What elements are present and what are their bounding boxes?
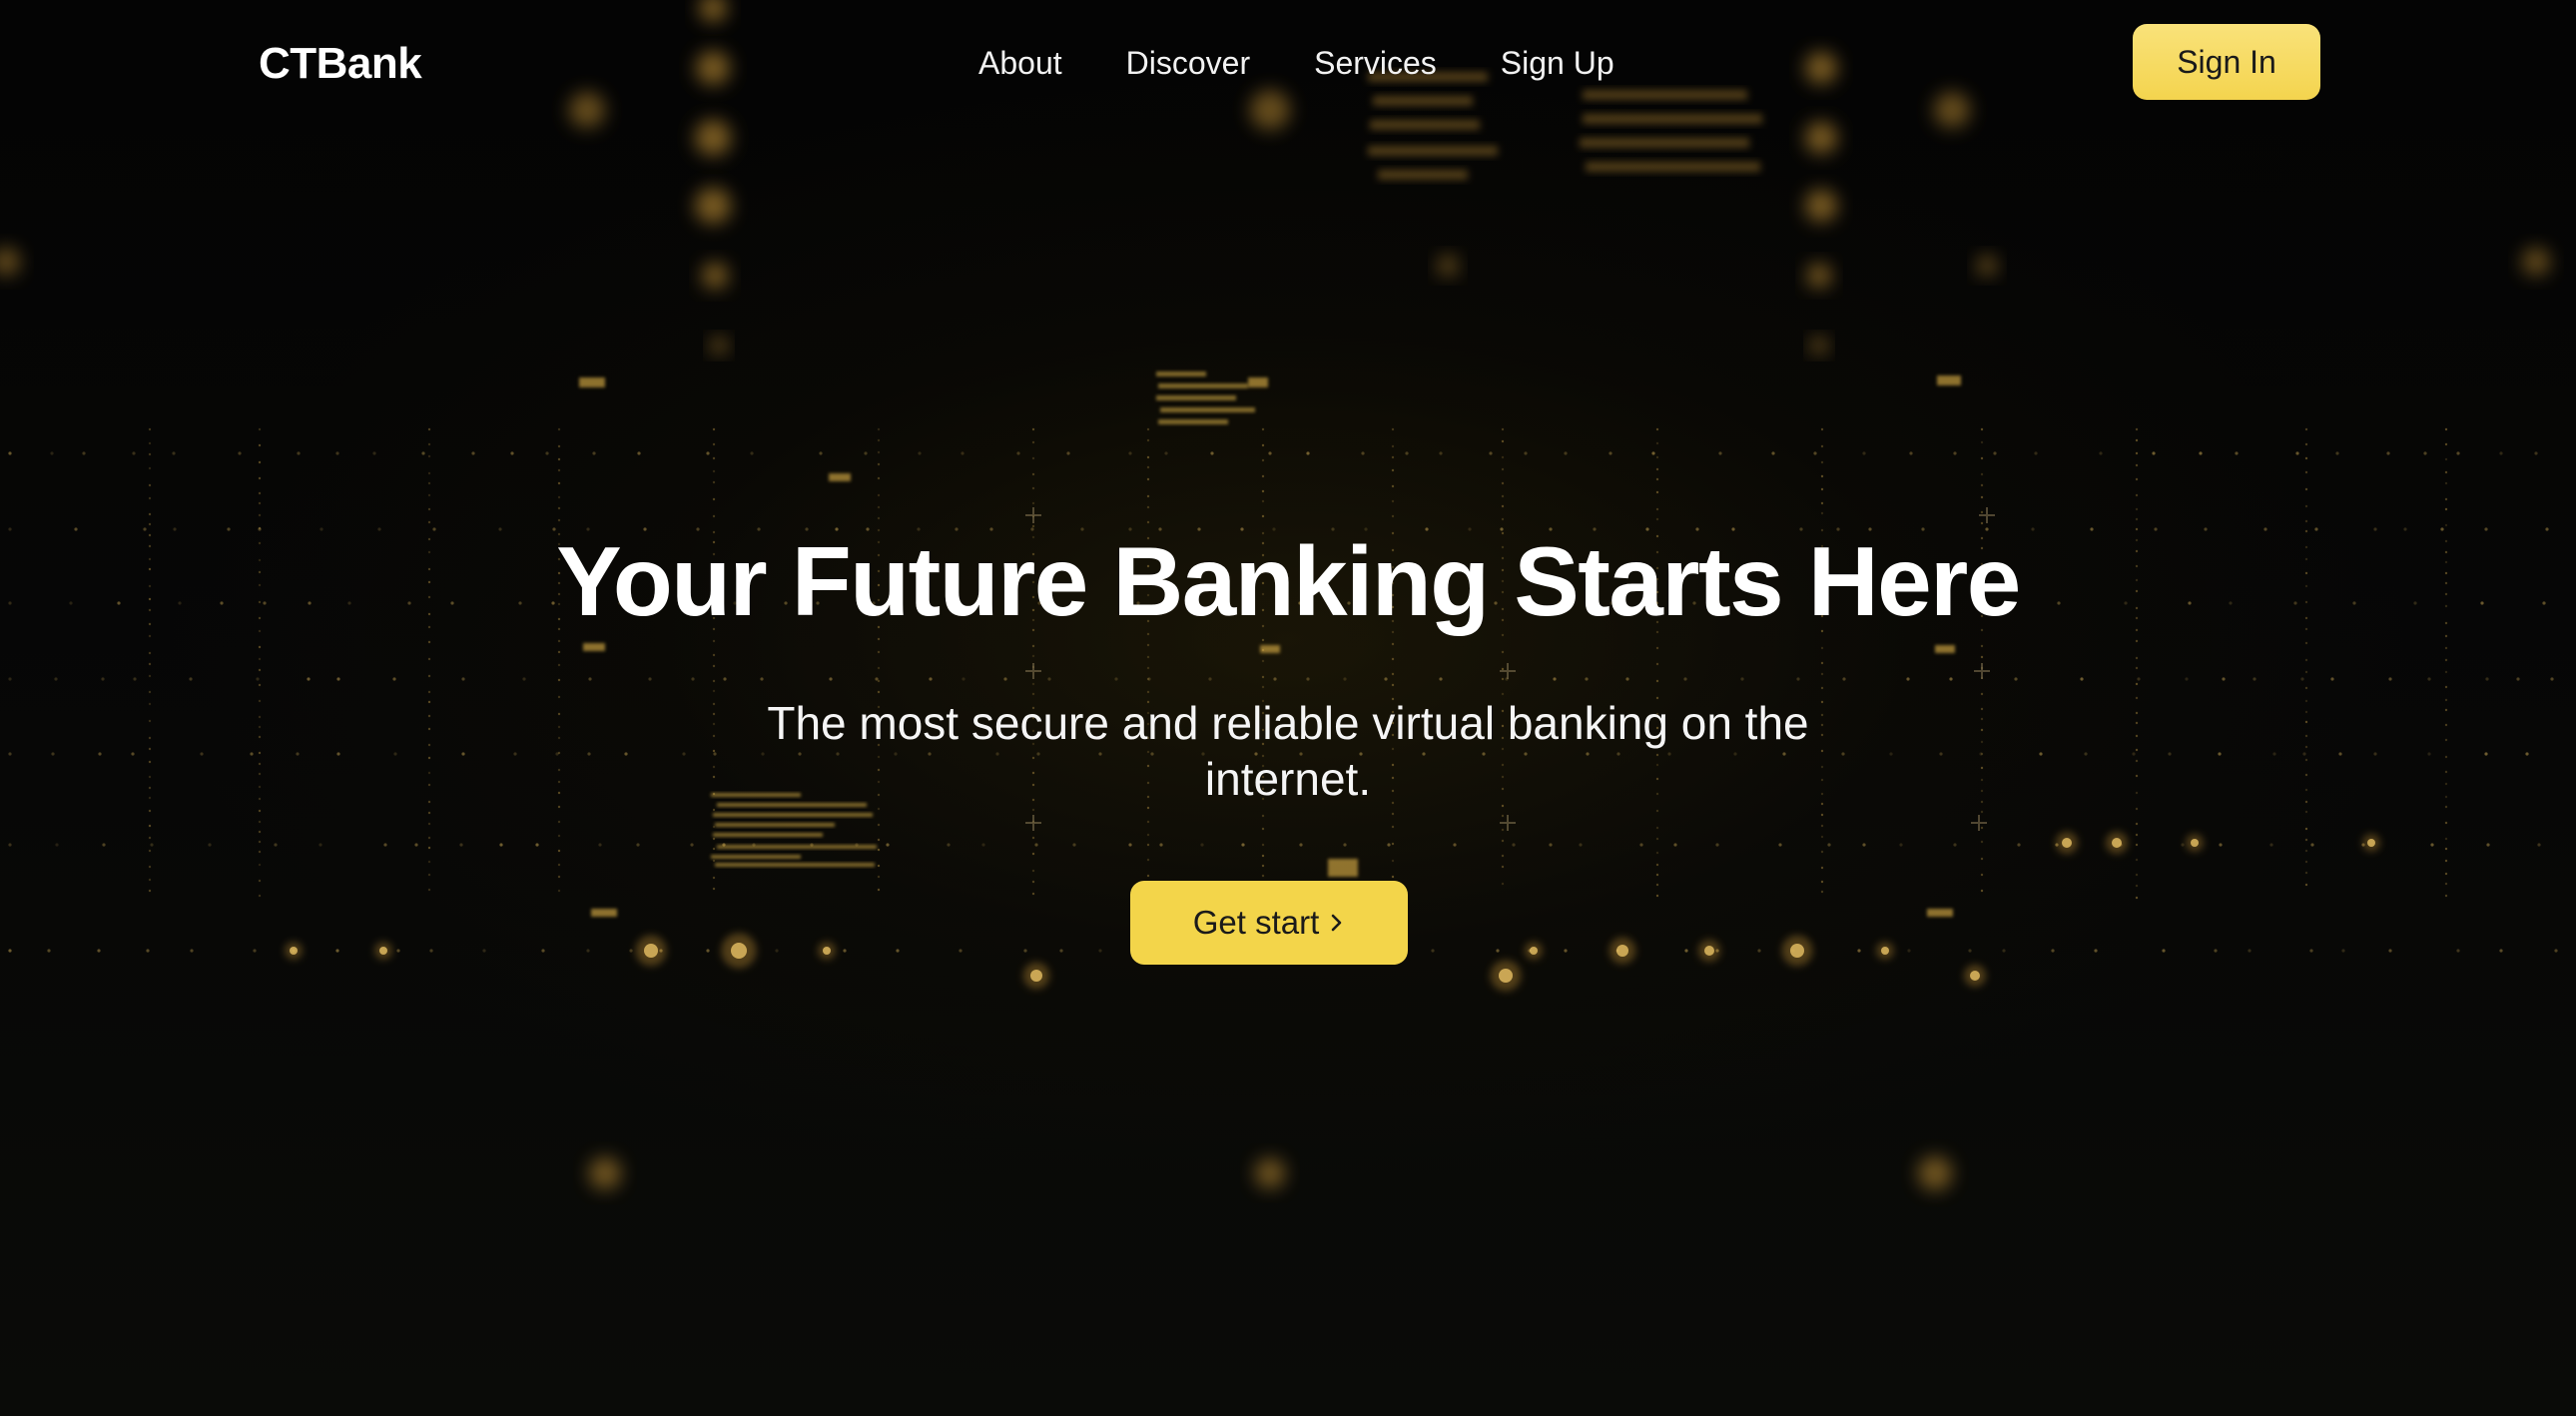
- nav-link-sign-up[interactable]: Sign Up: [1501, 38, 1614, 88]
- nav-link-services[interactable]: Services: [1314, 38, 1437, 88]
- get-start-label: Get start: [1192, 904, 1320, 941]
- sign-in-button[interactable]: Sign In: [2133, 24, 2320, 100]
- chevron-right-icon: [1331, 914, 1342, 932]
- nav-links: About Discover Services Sign Up: [978, 38, 1614, 88]
- top-navigation: CTBank About Discover Services Sign Up S…: [0, 0, 2576, 126]
- get-start-button[interactable]: Get start: [1130, 881, 1408, 965]
- nav-link-about[interactable]: About: [978, 38, 1062, 88]
- brand-logo[interactable]: CTBank: [259, 34, 422, 94]
- hero-subtitle: The most secure and reliable virtual ban…: [767, 697, 1809, 805]
- hero-title: Your Future Banking Starts Here: [556, 526, 2021, 636]
- nav-link-discover[interactable]: Discover: [1126, 38, 1250, 88]
